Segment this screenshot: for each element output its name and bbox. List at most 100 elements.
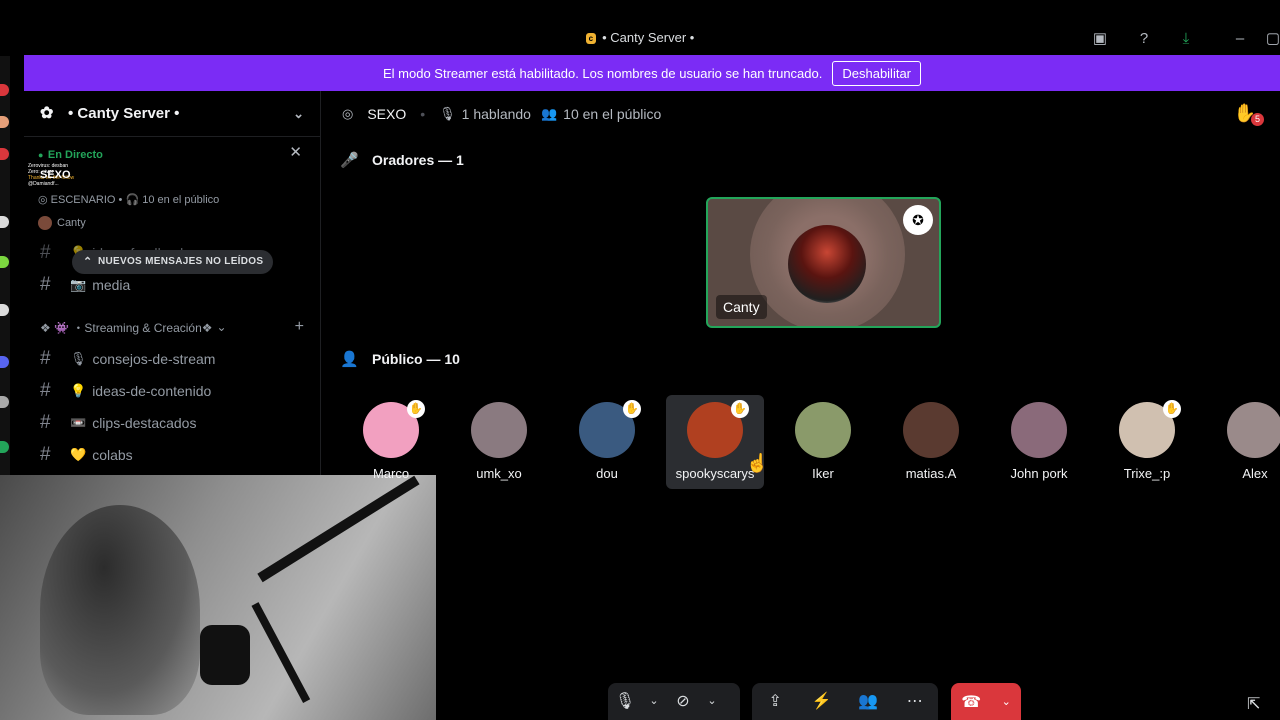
microphone-icon[interactable]: 🎙	[608, 683, 642, 720]
people-icon[interactable]: 👥	[851, 683, 885, 720]
channel-name: colabs	[92, 447, 133, 463]
live-label: En Directo	[47, 149, 103, 161]
audience-member[interactable]: ✋ dou	[558, 395, 656, 489]
add-channel-icon[interactable]: +	[295, 318, 304, 336]
audience-name: Iker	[812, 466, 834, 481]
channel-emoji: 💡	[70, 383, 87, 398]
people-icon: 👤	[340, 351, 359, 368]
stage-label: ESCENARIO	[50, 194, 116, 206]
server-header[interactable]: ✿ • Canty Server • ⌄	[24, 91, 320, 137]
channel-item[interactable]: # 💡 ideas-de-contenido	[24, 375, 320, 407]
channel-emoji: 📼	[70, 415, 87, 430]
audience-name: matias.A	[905, 466, 957, 481]
avatar	[788, 225, 866, 303]
help-icon[interactable]: ?	[1133, 30, 1155, 48]
raise-hand-icon: ✋	[407, 400, 425, 418]
server-icon[interactable]	[0, 356, 9, 368]
chevron-down-icon[interactable]: ⌄	[293, 106, 304, 122]
server-icon[interactable]	[0, 441, 9, 453]
server-icon[interactable]	[0, 216, 9, 228]
camera-off-icon[interactable]: ⊘	[666, 683, 700, 720]
live-indicator: ● En Directo	[38, 149, 103, 161]
audience-member[interactable]: matias.A	[882, 395, 980, 489]
server-icon[interactable]	[0, 148, 9, 160]
microphone	[200, 625, 250, 685]
channel-item[interactable]: # 🎙 consejos-de-stream	[24, 343, 320, 375]
microphone-icon: 🎙	[439, 106, 456, 121]
live-stage-card[interactable]: ● En Directo ✕ Zerovirus: desban Zero: .…	[24, 137, 320, 237]
hash-icon: #	[40, 444, 51, 465]
more-icon[interactable]: ⋯	[898, 683, 932, 720]
download-icon[interactable]: ⤓	[1175, 30, 1197, 48]
streamer-webcam-figure	[40, 505, 200, 715]
minimize-icon[interactable]: –	[1229, 30, 1251, 48]
server-icon[interactable]	[0, 304, 9, 316]
speakers-header: 🎤 Oradores — 1	[322, 151, 464, 169]
banner-message: El modo Streamer está habilitado. Los no…	[382, 65, 823, 81]
audience-name: Alex	[1242, 466, 1268, 481]
avatar: ✋	[1119, 400, 1181, 458]
headphones-icon: 🎧	[125, 194, 140, 206]
audience-member[interactable]: ✋ Trixe_:p	[1098, 395, 1196, 489]
category-streaming[interactable]: ❖ 👾 ・Streaming & Creación❖ ⌄ +	[24, 311, 320, 343]
channel-emoji: 📷	[70, 277, 87, 292]
audience-name: umk_xo	[476, 466, 522, 481]
live-stage-name: SEXO	[40, 169, 71, 181]
window-title: c • Canty Server •	[0, 30, 1280, 45]
hand-count-badge: 5	[1250, 113, 1264, 126]
channel-emoji: 💛	[70, 447, 87, 462]
chevron-down-icon[interactable]: ⌄	[700, 683, 724, 720]
speaker-tile[interactable]: ✪ Canty	[706, 197, 941, 328]
channel-item[interactable]: # 💛 colabs	[24, 439, 320, 471]
server-icon[interactable]	[0, 84, 9, 96]
inbox-icon[interactable]: ▣	[1089, 30, 1111, 48]
channel-item[interactable]: # 📼 clips-destacados	[24, 407, 320, 439]
avatar: ✋	[363, 400, 425, 458]
avatar	[795, 402, 851, 458]
new-messages-pill[interactable]: NUEVOS MENSAJES NO LEÍDOS	[72, 250, 274, 274]
avatar: ✋	[579, 400, 641, 458]
channel-name: ideas-de-contenido	[92, 383, 212, 399]
audience-member[interactable]: ✋ Marco	[342, 395, 440, 489]
streamer-mode-banner: El modo Streamer está habilitado. Los no…	[24, 55, 1280, 91]
chevron-down-icon[interactable]: ⌄	[642, 683, 666, 720]
audience-count: 10 en el público	[563, 106, 662, 122]
server-name: • Canty Server •	[68, 105, 180, 122]
screen-share-icon[interactable]: ⇪	[758, 683, 792, 720]
activity-icon[interactable]: ⚡	[805, 683, 839, 720]
live-host: Canty	[38, 216, 306, 230]
maximize-icon[interactable]: ▢	[1262, 30, 1280, 48]
broadcast-icon: ◎	[342, 106, 354, 121]
phone-hangup-icon: ☎	[961, 693, 982, 711]
title-bar: c • Canty Server • ▣ ? ⤓ – ▢	[0, 0, 1280, 56]
category-name: ❖ 👾 ・Streaming & Creación❖	[40, 320, 213, 335]
separator: •	[420, 106, 426, 122]
chevron-down-icon: ⌄	[1001, 696, 1011, 708]
hash-icon: #	[40, 412, 51, 433]
stage-audience: 10 en el público	[142, 194, 220, 206]
channel-name: media	[92, 277, 131, 293]
server-icon[interactable]	[0, 396, 9, 408]
server-icon[interactable]	[0, 116, 9, 128]
disable-streamer-button[interactable]: Deshabilitar	[832, 60, 922, 86]
mic-arm	[251, 602, 311, 704]
avatar	[38, 216, 52, 230]
moderator-badge-icon: ✪	[903, 205, 933, 235]
audience-member[interactable]: Iker	[774, 395, 872, 489]
avatar	[471, 402, 527, 458]
server-rail	[0, 56, 10, 476]
close-icon[interactable]: ✕	[289, 143, 302, 161]
popout-icon[interactable]: ⇱	[1247, 694, 1260, 714]
leave-call-button[interactable]: ☎ ⌄	[951, 683, 1021, 720]
server-icon[interactable]	[0, 256, 9, 268]
audience-member[interactable]: Alex	[1206, 395, 1280, 489]
audience-header: 👤 Público — 10	[322, 350, 460, 368]
chat-line: @Damiandf...	[28, 181, 59, 187]
raise-hand-button[interactable]: ✋ 5	[1234, 103, 1264, 126]
audience-member[interactable]: John pork	[990, 395, 1088, 489]
channel-emoji: 🎙	[70, 351, 87, 366]
channel-name: clips-destacados	[92, 415, 197, 431]
mouse-cursor: ☝	[746, 453, 769, 473]
avatar: ✋	[687, 400, 749, 458]
audience-member[interactable]: umk_xo	[450, 395, 548, 489]
